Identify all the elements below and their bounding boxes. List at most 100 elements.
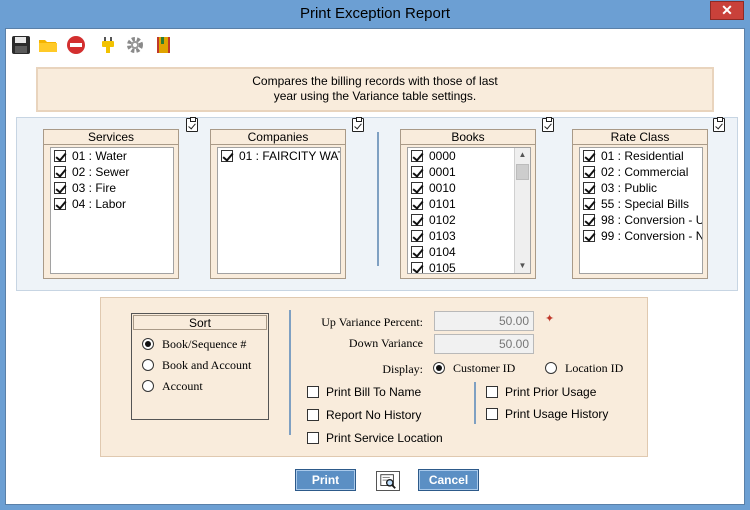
- checkbox[interactable]: [411, 246, 423, 258]
- cancel-button[interactable]: Cancel: [418, 469, 479, 491]
- open-folder-icon[interactable]: [38, 35, 58, 55]
- list-item[interactable]: 98 : Conversion - U: [580, 212, 702, 228]
- checkbox[interactable]: [411, 262, 423, 273]
- report-no-history-checkbox[interactable]: Report No History: [307, 407, 421, 423]
- list-item[interactable]: 03 : Public: [580, 180, 702, 196]
- sort-book-account-radio[interactable]: Book and Account: [141, 357, 251, 373]
- scroll-up-icon[interactable]: ▲: [515, 148, 530, 162]
- checkbox[interactable]: [411, 166, 423, 178]
- scroll-down-icon[interactable]: ▼: [515, 259, 530, 273]
- list-item-label: 04 : Labor: [72, 197, 127, 211]
- stop-icon[interactable]: [66, 35, 86, 55]
- divider: [377, 132, 379, 266]
- title-bar: Print Exception Report ✕: [0, 0, 750, 28]
- checkbox[interactable]: [307, 432, 319, 444]
- list-item-label: 01 : Residential: [601, 149, 684, 163]
- list-item-label: 02 : Sewer: [72, 165, 130, 179]
- radio-button[interactable]: [142, 338, 154, 350]
- list-item-label: 0103: [429, 229, 456, 243]
- list-item-label: 98 : Conversion - U: [601, 213, 703, 227]
- books-scrollbar[interactable]: ▲ ▼: [514, 148, 530, 273]
- checkbox[interactable]: [54, 198, 66, 210]
- radio-label: Book/Sequence #: [162, 337, 247, 351]
- checkbox[interactable]: [486, 386, 498, 398]
- checkbox[interactable]: [583, 166, 595, 178]
- description-line-1: Compares the billing records with those …: [252, 74, 498, 88]
- list-item[interactable]: 01 : Residential: [580, 148, 702, 164]
- list-item[interactable]: 0102: [408, 212, 530, 228]
- services-list[interactable]: 01 : Water 02 : Sewer 03 : Fire 04 : Lab…: [50, 147, 174, 274]
- print-bill-to-name-checkbox[interactable]: Print Bill To Name: [307, 384, 421, 400]
- print-button[interactable]: Print: [295, 469, 356, 491]
- checkbox[interactable]: [54, 150, 66, 162]
- book-icon[interactable]: [154, 35, 174, 55]
- list-item[interactable]: 02 : Sewer: [51, 164, 173, 180]
- plug-icon[interactable]: [98, 35, 118, 55]
- radio-button[interactable]: [142, 380, 154, 392]
- list-item[interactable]: 0103: [408, 228, 530, 244]
- list-item[interactable]: 01 : Water: [51, 148, 173, 164]
- print-usage-history-checkbox[interactable]: Print Usage History: [486, 406, 608, 422]
- list-item[interactable]: 0010: [408, 180, 530, 196]
- checkbox[interactable]: [221, 150, 233, 162]
- companies-list[interactable]: 01 : FAIRCITY WAT: [217, 147, 341, 274]
- checkbox[interactable]: [411, 150, 423, 162]
- radio-button[interactable]: [545, 362, 557, 374]
- checkbox[interactable]: [54, 166, 66, 178]
- list-item-label: 0010: [429, 181, 456, 195]
- select-all-rate-class-icon[interactable]: [713, 117, 725, 132]
- up-variance-input[interactable]: 50.00: [434, 311, 534, 331]
- sort-book-sequence-radio[interactable]: Book/Sequence #: [141, 336, 246, 352]
- list-item[interactable]: 0000: [408, 148, 530, 164]
- checkbox[interactable]: [411, 182, 423, 194]
- checkbox[interactable]: [583, 182, 595, 194]
- select-all-services-icon[interactable]: [186, 117, 198, 132]
- list-item[interactable]: 0101: [408, 196, 530, 212]
- radio-label: Customer ID: [453, 361, 516, 375]
- select-all-books-icon[interactable]: [542, 117, 554, 132]
- services-header: Services: [44, 130, 178, 145]
- checkbox[interactable]: [54, 182, 66, 194]
- checkbox[interactable]: [583, 230, 595, 242]
- books-header: Books: [401, 130, 535, 145]
- checkbox[interactable]: [583, 214, 595, 226]
- display-customer-id-radio[interactable]: Customer ID: [432, 360, 515, 376]
- display-location-id-radio[interactable]: Location ID: [544, 360, 623, 376]
- checkbox-label: Print Service Location: [326, 431, 443, 445]
- list-item[interactable]: 02 : Commercial: [580, 164, 702, 180]
- checkbox[interactable]: [307, 409, 319, 421]
- sort-account-radio[interactable]: Account: [141, 378, 203, 394]
- down-variance-label: Down Variance: [348, 336, 423, 350]
- checkbox[interactable]: [583, 198, 595, 210]
- list-item[interactable]: 01 : FAIRCITY WAT: [218, 148, 340, 164]
- rate-class-list[interactable]: 01 : Residential 02 : Commercial 03 : Pu…: [579, 147, 703, 274]
- checkbox[interactable]: [583, 150, 595, 162]
- print-preview-icon[interactable]: [376, 471, 400, 491]
- checkbox[interactable]: [307, 386, 319, 398]
- list-item[interactable]: 99 : Conversion - N: [580, 228, 702, 244]
- selection-panel: Services 01 : Water 02 : Sewer 03 : Fire…: [16, 117, 738, 291]
- checkbox[interactable]: [411, 198, 423, 210]
- print-prior-usage-checkbox[interactable]: Print Prior Usage: [486, 384, 596, 400]
- radio-button[interactable]: [433, 362, 445, 374]
- list-item[interactable]: 04 : Labor: [51, 196, 173, 212]
- checkbox[interactable]: [411, 214, 423, 226]
- radio-button[interactable]: [142, 359, 154, 371]
- save-icon[interactable]: [11, 35, 31, 55]
- books-list[interactable]: 0000 0001 0010 0101 0102 0103 0104 0105 …: [407, 147, 531, 274]
- select-all-companies-icon[interactable]: [352, 117, 364, 132]
- print-service-location-checkbox[interactable]: Print Service Location: [307, 430, 443, 446]
- scroll-thumb[interactable]: [516, 164, 529, 180]
- list-item[interactable]: 0104: [408, 244, 530, 260]
- services-group: Services 01 : Water 02 : Sewer 03 : Fire…: [43, 129, 179, 279]
- checkbox[interactable]: [486, 408, 498, 420]
- list-item[interactable]: 0105: [408, 260, 530, 273]
- list-item[interactable]: 0001: [408, 164, 530, 180]
- list-item[interactable]: 03 : Fire: [51, 180, 173, 196]
- rate-class-group: Rate Class 01 : Residential 02 : Commerc…: [572, 129, 708, 279]
- checkbox[interactable]: [411, 230, 423, 242]
- gear-icon[interactable]: [125, 35, 145, 55]
- close-button[interactable]: ✕: [710, 1, 744, 20]
- down-variance-input[interactable]: 50.00: [434, 334, 534, 354]
- list-item[interactable]: 55 : Special Bills: [580, 196, 702, 212]
